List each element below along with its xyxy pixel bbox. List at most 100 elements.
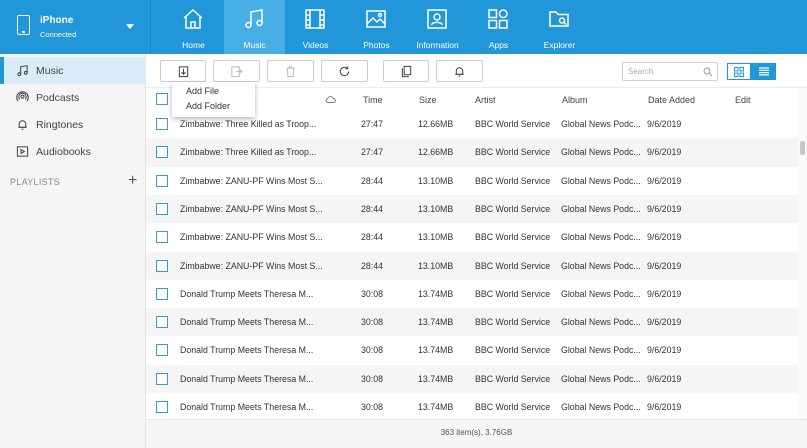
menu-item-add-file[interactable]: Add File	[186, 86, 219, 96]
scrollbar-thumb[interactable]	[800, 141, 805, 155]
track-artist: BBC World Service	[475, 288, 551, 299]
add-playlist-button[interactable]: +	[128, 173, 137, 189]
track-date-added: 9/6/2019	[647, 119, 682, 129]
search-input[interactable]: Search	[622, 62, 718, 81]
sidebar-item-label: Podcasts	[36, 91, 80, 104]
sidebar-item-ringtones[interactable]: Ringtones	[0, 111, 146, 138]
nav-music[interactable]: Music	[224, 0, 285, 54]
select-all-checkbox[interactable]	[156, 93, 168, 105]
track-size: 13.74MB	[418, 345, 454, 356]
track-size: 13.74MB	[418, 402, 454, 412]
sidebar-item-music[interactable]: Music	[0, 57, 146, 84]
row-checkbox[interactable]	[156, 316, 168, 329]
folder-search-icon	[549, 11, 569, 27]
row-checkbox[interactable]	[156, 372, 168, 385]
table-row[interactable]: Zimbabwe: ZANU-PF Wins Most S... 28:44 13.…	[146, 194, 798, 224]
track-date-added: 9/6/2019	[647, 288, 682, 299]
track-time: 30:08	[361, 373, 384, 384]
table-row[interactable]: Donald Trump Meets Theresa M... 30:08 13.7…	[146, 393, 798, 419]
track-time: 27:47	[361, 119, 384, 129]
column-date-added[interactable]: Date Added	[648, 95, 695, 105]
grid-view-button[interactable]	[727, 63, 751, 80]
nav-label: Apps	[488, 40, 509, 50]
column-album[interactable]: Album	[562, 95, 588, 105]
scrollbar[interactable]	[798, 88, 807, 419]
copy-to-device-icon	[401, 65, 411, 77]
nav-explorer[interactable]: Explorer	[529, 0, 590, 54]
track-album: Global News Podc...	[561, 203, 641, 214]
track-artist: BBC World Service	[475, 373, 551, 384]
track-list: Zimbabwe: Three Killed as Troop... 27:47 1…	[146, 110, 798, 419]
row-checkbox[interactable]	[156, 202, 168, 215]
table-row[interactable]: Zimbabwe: ZANU-PF Wins Most S... 28:44 13.…	[146, 251, 798, 280]
row-checkbox[interactable]	[156, 146, 168, 159]
column-time[interactable]: Time	[363, 95, 383, 105]
search-icon[interactable]	[703, 67, 713, 77]
cloud-icon	[325, 96, 336, 103]
table-row[interactable]: Donald Trump Meets Theresa M... 30:08 13.7…	[146, 364, 798, 393]
phone-icon	[17, 15, 30, 35]
track-name: Zimbabwe: ZANU-PF Wins Most S...	[180, 232, 323, 243]
table-row[interactable]: Zimbabwe: ZANU-PF Wins Most S... 28:44 13.…	[146, 167, 798, 195]
nav-home[interactable]: Home	[163, 0, 224, 54]
music-note-icon	[17, 65, 28, 77]
row-checkbox[interactable]	[156, 287, 168, 300]
track-size: 13.10MB	[418, 175, 454, 186]
row-checkbox[interactable]	[156, 401, 168, 413]
playlists-heading: PLAYLISTS	[10, 177, 61, 187]
nav-videos[interactable]: Videos	[285, 0, 346, 54]
row-checkbox[interactable]	[156, 231, 168, 244]
track-name: Donald Trump Meets Theresa M...	[180, 402, 314, 412]
row-checkbox[interactable]	[156, 344, 168, 357]
device-status: Connected	[40, 30, 77, 39]
menu-item-add-folder[interactable]: Add Folder	[186, 101, 230, 111]
nav-photos[interactable]: Photos	[346, 0, 407, 54]
row-checkbox[interactable]	[156, 259, 168, 272]
track-size: 12.66MB	[418, 147, 454, 158]
list-view-icon	[758, 67, 769, 76]
table-row[interactable]: Donald Trump Meets Theresa M... 30:08 13.7…	[146, 280, 798, 308]
column-size[interactable]: Size	[419, 95, 437, 105]
sidebar-item-audiobooks[interactable]: Audiobooks	[0, 138, 146, 165]
track-album: Global News Podc...	[561, 288, 641, 299]
nav-information[interactable]: Information	[407, 0, 468, 54]
track-date-added: 9/6/2019	[647, 373, 682, 384]
track-name: Zimbabwe: ZANU-PF Wins Most S...	[180, 203, 323, 214]
chevron-down-icon[interactable]	[126, 24, 134, 29]
sidebar-item-podcasts[interactable]: Podcasts	[0, 84, 146, 111]
track-name: Zimbabwe: Three Killed as Troop...	[180, 119, 317, 129]
nav-apps[interactable]: Apps	[468, 0, 529, 54]
ringtone-bell-icon	[455, 66, 464, 77]
make-ringtone-button[interactable]	[436, 60, 483, 82]
track-artist: BBC World Service	[475, 203, 551, 214]
table-row[interactable]: Zimbabwe: ZANU-PF Wins Most S... 28:44 13.…	[146, 223, 798, 251]
sidebar: Music Podcasts Ringtones Audiobooks PLAY…	[0, 54, 146, 448]
status-bar: 363 item(s), 3.76GB	[146, 419, 807, 448]
list-view-button[interactable]	[751, 63, 776, 80]
track-time: 28:44	[361, 175, 384, 186]
nav-label: Explorer	[543, 40, 576, 50]
apps-grid-icon	[488, 9, 508, 29]
track-size: 13.10MB	[418, 260, 454, 271]
contact-card-icon	[427, 9, 447, 29]
device-selector[interactable]: iPhone Connected	[0, 0, 151, 54]
sidebar-item-label: Audiobooks	[36, 145, 91, 158]
track-size: 13.74MB	[418, 373, 454, 384]
import-icon	[178, 65, 188, 77]
refresh-button[interactable]	[321, 60, 368, 82]
track-name: Donald Trump Meets Theresa M...	[180, 317, 314, 328]
column-edit: Edit	[735, 95, 751, 105]
row-checkbox[interactable]	[156, 174, 168, 187]
table-row[interactable]: Donald Trump Meets Theresa M... 30:08 13.7…	[146, 308, 798, 337]
nav-label: Photos	[363, 40, 390, 50]
copy-to-device-button[interactable]	[383, 60, 429, 82]
table-row[interactable]: Zimbabwe: Three Killed as Troop... 27:47 1…	[146, 138, 798, 167]
row-checkbox[interactable]	[156, 118, 168, 130]
audiobook-icon	[16, 146, 29, 157]
column-artist[interactable]: Artist	[475, 95, 496, 105]
bell-icon	[18, 120, 27, 130]
delete-button[interactable]	[267, 60, 314, 82]
export-button[interactable]	[213, 60, 260, 82]
table-row[interactable]: Donald Trump Meets Theresa M... 30:08 13.7…	[146, 336, 798, 364]
add-button[interactable]	[160, 60, 206, 82]
